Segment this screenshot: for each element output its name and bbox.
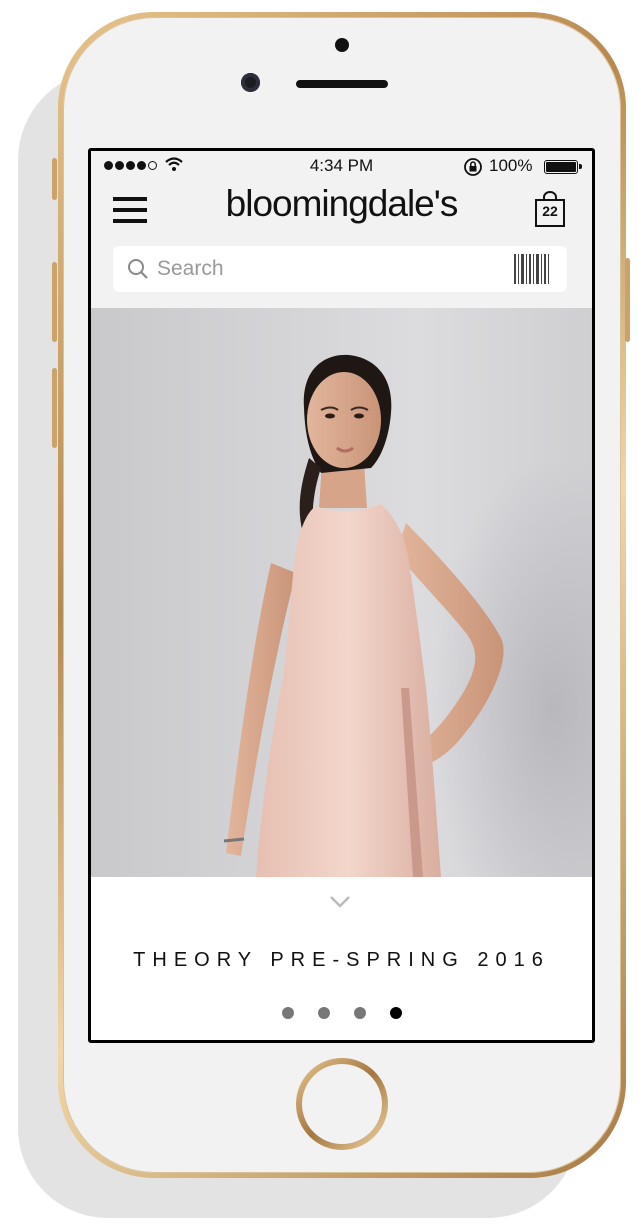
battery-icon: [544, 160, 582, 174]
carousel-headline[interactable]: THEORY PRE-SPRING 2016: [91, 949, 592, 972]
barcode-scanner-icon[interactable]: [512, 254, 552, 284]
earpiece-speaker: [296, 80, 388, 88]
pagination-dot-active[interactable]: [389, 1007, 402, 1019]
proximity-sensor: [335, 38, 349, 52]
status-bar: 4:34 PM 100%: [91, 151, 592, 181]
mute-switch: [52, 158, 57, 200]
pagination-dot[interactable]: [317, 1007, 330, 1019]
search-bar[interactable]: [113, 246, 567, 292]
home-button[interactable]: [296, 1058, 388, 1150]
brand-logo[interactable]: bloomingdale's: [91, 183, 592, 225]
shopping-bag-button[interactable]: 22: [534, 191, 566, 227]
carousel-caption: THEORY PRE-SPRING 2016: [91, 877, 592, 1040]
pagination-dot[interactable]: [353, 1007, 366, 1019]
model-photo: [223, 354, 592, 877]
power-button: [625, 258, 630, 342]
search-icon: [128, 259, 148, 279]
volume-up-button: [52, 262, 57, 342]
chevron-down-icon[interactable]: [329, 895, 351, 909]
battery-percent: 100%: [489, 156, 533, 175]
phone-screen: 4:34 PM 100% bloomingdale's 22 Search TH…: [88, 148, 595, 1043]
pagination-dot[interactable]: [281, 1007, 294, 1019]
search-input[interactable]: [157, 246, 487, 292]
front-camera: [241, 73, 260, 92]
carousel-pagination: [91, 1007, 592, 1019]
bag-count: 22: [542, 203, 558, 219]
volume-down-button: [52, 368, 57, 448]
rotation-lock-icon: [464, 158, 482, 176]
hero-image[interactable]: [91, 308, 592, 877]
